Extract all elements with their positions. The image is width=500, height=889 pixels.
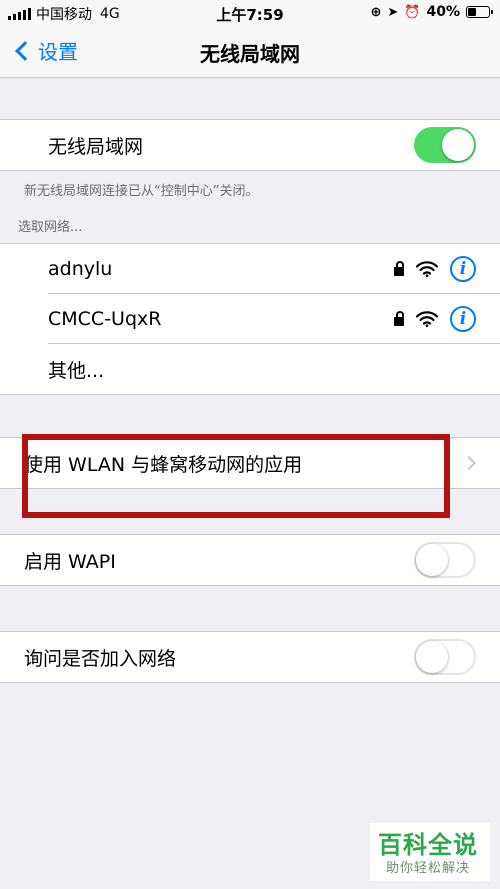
network-row[interactable]: CMCC-UqxR i: [0, 294, 500, 344]
networks-header: 选取网络...: [18, 220, 83, 235]
toggle-knob: [442, 129, 474, 161]
alarm-icon: ⏰: [404, 4, 421, 20]
info-icon[interactable]: i: [450, 256, 476, 282]
wlan-label: 无线局域网: [48, 135, 144, 158]
status-bar: 中国移动 4G 上午7:59 ⊕ ➤ ⏰ 40%: [0, 0, 500, 26]
wlan-group: 无线局域网: [0, 119, 500, 171]
networks-group: adnylu i CMCC-UqxR i 其他...: [0, 243, 500, 395]
battery-fill: [468, 8, 476, 16]
watermark: 百科全说 助你轻松解决: [370, 823, 490, 881]
wapi-row: 启用 WAPI: [0, 535, 500, 585]
chevron-right-icon: [461, 455, 477, 471]
wapi-group: 启用 WAPI: [0, 534, 500, 586]
wifi-icon: [416, 311, 438, 327]
wifi-icon: [416, 261, 438, 277]
rotation-lock-icon: ⊕: [370, 4, 382, 20]
wlan-row: 无线局域网: [0, 120, 500, 170]
other-network-label: 其他...: [48, 359, 105, 382]
lock-icon: [394, 261, 404, 276]
page-title: 无线局域网: [200, 42, 300, 66]
info-icon[interactable]: i: [450, 306, 476, 332]
wapi-label: 启用 WAPI: [24, 550, 116, 573]
network-name: adnylu: [48, 258, 113, 280]
network-name: CMCC-UqxR: [48, 308, 162, 330]
ask-join-label: 询问是否加入网络: [24, 647, 177, 670]
toggle-knob: [416, 641, 448, 673]
ask-join-row: 询问是否加入网络: [0, 632, 500, 682]
watermark-subtitle: 助你轻松解决: [386, 861, 471, 876]
status-right: ⊕ ➤ ⏰ 40%: [370, 4, 493, 20]
other-network-row[interactable]: 其他...: [0, 344, 500, 394]
toggle-knob: [416, 544, 448, 576]
wlan-toggle[interactable]: [414, 127, 476, 163]
highlight-box: [22, 434, 450, 518]
ask-join-toggle[interactable]: [414, 639, 476, 675]
navigation-bar: 设置 无线局域网: [0, 26, 500, 78]
location-icon: ➤: [387, 4, 399, 20]
lock-icon: [394, 311, 404, 326]
battery-icon: [466, 6, 493, 18]
battery-percent: 40%: [426, 4, 460, 20]
wapi-toggle[interactable]: [414, 542, 476, 578]
ask-join-group: 询问是否加入网络: [0, 631, 500, 683]
watermark-title: 百科全说: [378, 831, 478, 859]
wlan-footnote: 新无线局域网连接已从“控制中心”关闭。: [24, 184, 259, 199]
network-row[interactable]: adnylu i: [0, 244, 500, 294]
